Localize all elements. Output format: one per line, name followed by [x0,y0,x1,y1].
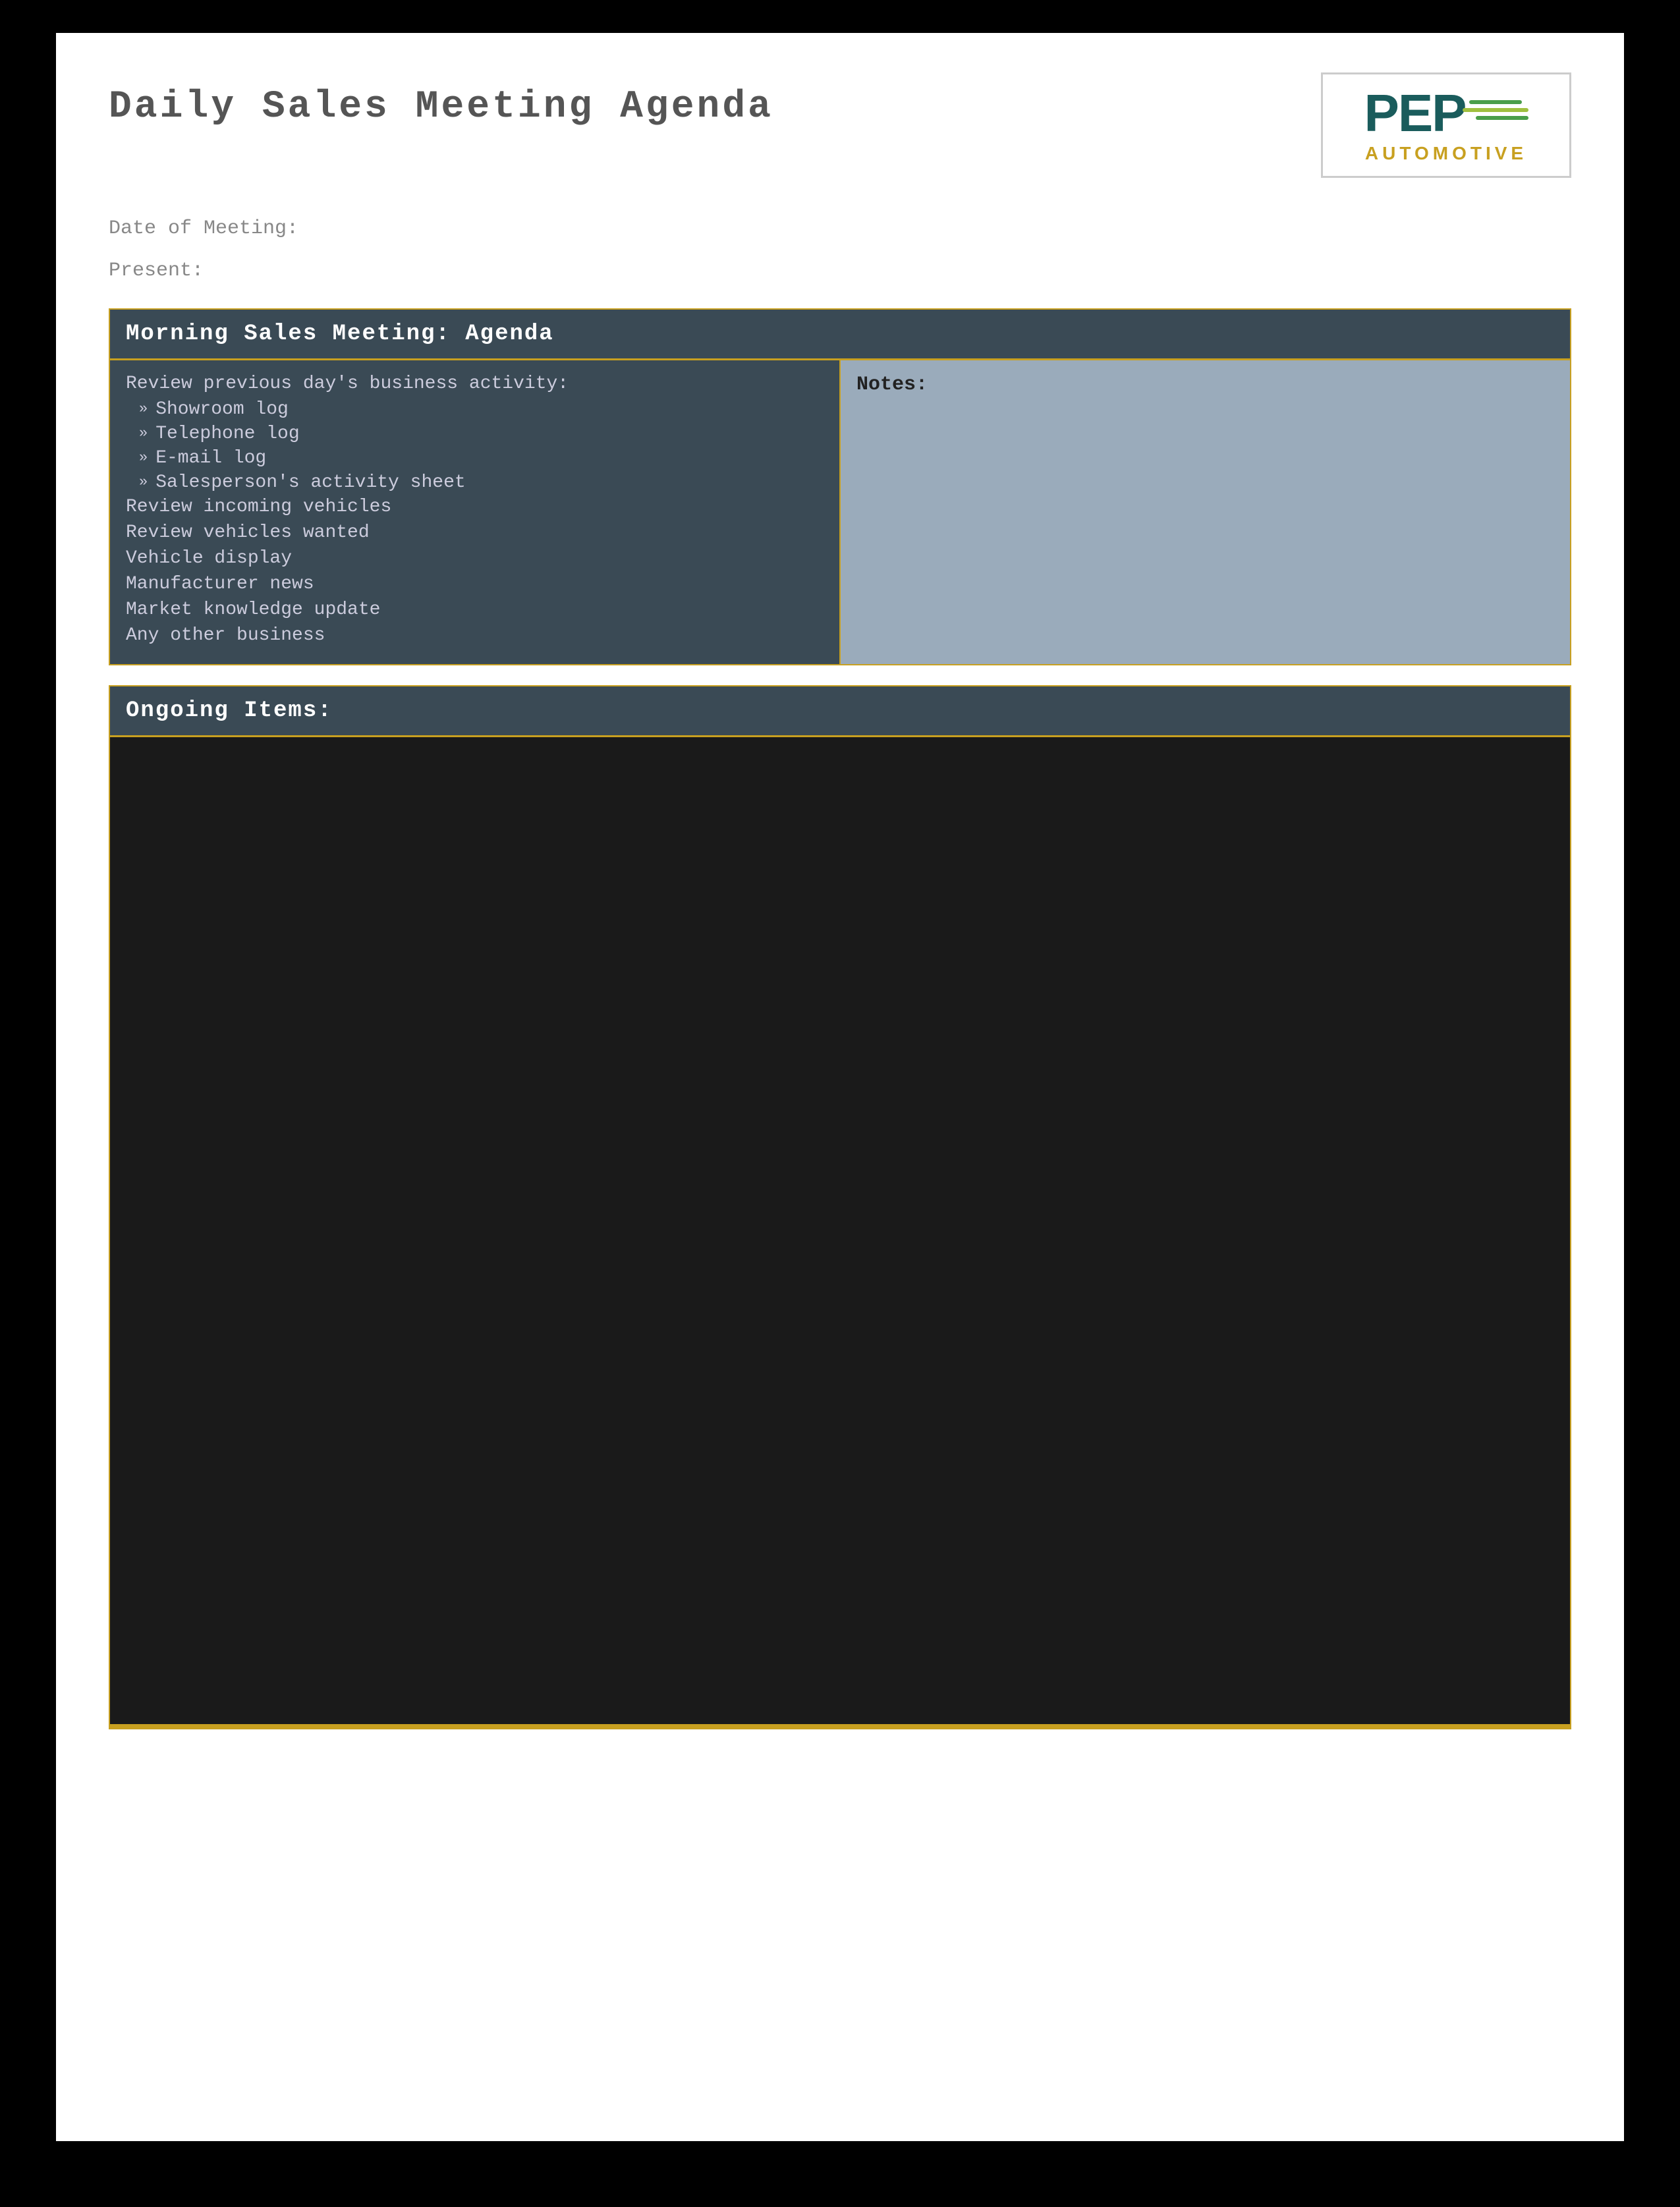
wave-line-2 [1463,108,1528,112]
logo-tagline: AUTOMOTIVE [1365,143,1527,164]
sub-item-salesperson: » Salesperson's activity sheet [139,472,824,493]
review-label: Review previous day's business activity: [126,374,824,394]
logo-text: PEP [1364,87,1465,140]
bullet-icon: » [139,449,148,466]
meta-section: Date of Meeting: Present: [109,217,1571,282]
ongoing-section-header: Ongoing Items: [109,685,1571,737]
ongoing-section: Ongoing Items: [109,685,1571,1729]
sub-item-telephone: » Telephone log [139,424,824,444]
sub-item-label: Showroom log [155,399,289,420]
agenda-notes-row: Review previous day's business activity:… [109,360,1571,665]
page-header: Daily Sales Meeting Agenda PEP AUTOMOTIV… [109,72,1571,178]
page-title: Daily Sales Meeting Agenda [109,86,773,128]
bottom-gold-line [109,1725,1571,1729]
present-label: Present: [109,260,1571,282]
morning-header-row: Morning Sales Meeting: Agenda [109,309,1571,360]
agenda-item-any-other: Any other business [126,625,824,646]
bullet-icon: » [139,474,148,490]
logo-pep-area: PEP [1364,87,1528,140]
agenda-cell: Review previous day's business activity:… [109,360,840,665]
logo-wave-icon [1469,98,1528,122]
agenda-item-manufacturer-news: Manufacturer news [126,574,824,594]
bullet-icon: » [139,425,148,441]
notes-label: Notes: [856,374,1554,396]
sub-item-label: Salesperson's activity sheet [155,472,465,493]
agenda-item-vehicle-display: Vehicle display [126,548,824,569]
morning-meeting-table: Morning Sales Meeting: Agenda Review pre… [109,308,1571,665]
agenda-item-review-wanted: Review vehicles wanted [126,522,824,543]
notes-cell: Notes: [840,360,1571,665]
bullet-icon: » [139,401,148,417]
morning-section-header: Morning Sales Meeting: Agenda [109,309,1571,360]
date-of-meeting-label: Date of Meeting: [109,217,1571,240]
sub-item-showroom: » Showroom log [139,399,824,420]
sub-item-label: E-mail log [155,448,266,468]
ongoing-body [109,737,1571,1725]
sub-item-email: » E-mail log [139,448,824,468]
wave-line-1 [1469,100,1522,104]
sub-item-label: Telephone log [155,424,299,444]
logo-container: PEP AUTOMOTIVE [1321,72,1571,178]
wave-line-3 [1476,116,1528,120]
agenda-item-market-knowledge: Market knowledge update [126,600,824,620]
page-container: Daily Sales Meeting Agenda PEP AUTOMOTIV… [56,33,1624,2141]
agenda-item-review-incoming: Review incoming vehicles [126,497,824,517]
